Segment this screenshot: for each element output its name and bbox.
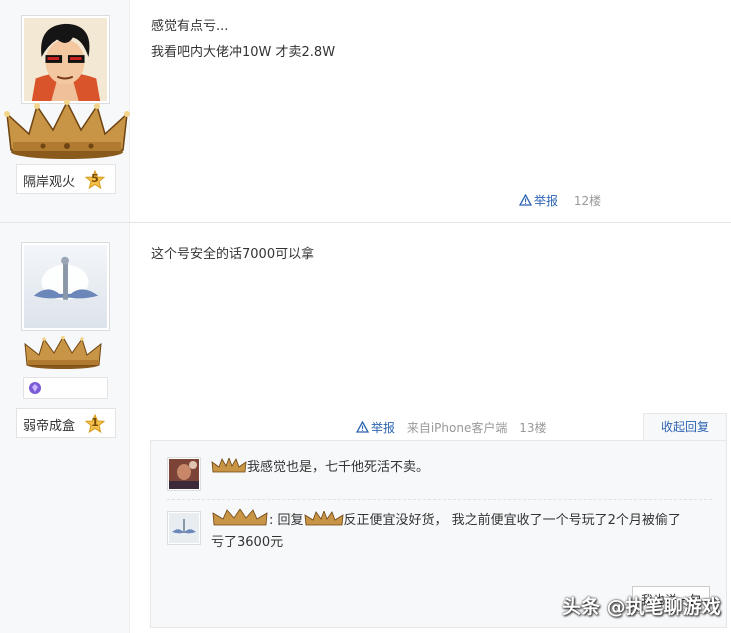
reply-avatar[interactable] — [167, 511, 201, 545]
username-link[interactable]: 隔岸观火 — [23, 171, 75, 190]
warning-icon — [519, 194, 532, 206]
crown-icon — [304, 511, 343, 526]
reply-avatar[interactable] — [167, 457, 201, 491]
report-link[interactable]: 举报 — [356, 421, 399, 435]
post-meta: 举报 来自iPhone客户端 13楼 — [356, 419, 546, 436]
reply-content: 我感觉也是，七千他死活不卖。 — [247, 460, 430, 475]
level-number: 1 — [91, 416, 99, 429]
post-content: 感觉有点亏... 我看吧内大佬冲10W 才卖2.8W — [151, 16, 335, 64]
reply-content: 反正便宜没好货， 我之前便宜收了一个号玩了2个月被偷了 — [343, 513, 681, 528]
watermark-text: 头条 @执笔聊游戏 — [562, 596, 721, 618]
avatar[interactable] — [21, 242, 110, 331]
reply-item: : 回复 反正便宜没好货， 我之前便宜收了一个号玩了2个月被偷了 亏了3600元 — [167, 509, 712, 557]
collapse-replies-button[interactable]: 收起回复 — [643, 413, 727, 441]
post-meta: 举报 12楼 — [519, 192, 601, 209]
floor-number: 13楼 — [519, 421, 547, 435]
reply-avatar-image — [169, 513, 199, 543]
post-line: 感觉有点亏... — [151, 19, 229, 34]
avatar[interactable] — [21, 15, 110, 104]
warning-icon — [356, 421, 369, 433]
post-line: 这个号安全的话7000可以拿 — [151, 247, 315, 262]
reply-content-continued: 亏了3600元 — [211, 535, 284, 550]
level-star-icon: 1 — [85, 414, 105, 434]
username-card: 弱帝成盒 1 — [16, 408, 116, 438]
reply-text-row: 我感觉也是，七千他死活不卖。 — [211, 457, 711, 479]
reply-avatar-image — [169, 459, 199, 489]
report-label: 举报 — [371, 421, 396, 435]
report-link[interactable]: 举报 — [519, 194, 562, 208]
crown-icon — [24, 336, 102, 369]
reply-prefix: : 回复 — [269, 513, 304, 528]
crown-icon — [211, 458, 247, 473]
level-number: 5 — [91, 172, 99, 185]
post-floor-12: 隔岸观火 5 感觉有点亏... 我看吧内大佬冲10W 才卖2.8W 举报 12楼 — [0, 0, 731, 223]
post-content: 这个号安全的话7000可以拿 — [151, 244, 314, 266]
crown-icon — [212, 509, 268, 526]
avatar-photo-image — [24, 245, 107, 328]
username-link[interactable]: 弱帝成盒 — [23, 415, 75, 434]
username-card: 隔岸观火 5 — [16, 164, 116, 194]
gem-badge-icon — [29, 382, 41, 394]
reply-divider — [167, 499, 712, 500]
member-badge — [23, 377, 108, 399]
post-line: 我看吧内大佬冲10W 才卖2.8W — [151, 45, 336, 60]
report-label: 举报 — [534, 194, 559, 208]
reply-text-row: : 回复 反正便宜没好货， 我之前便宜收了一个号玩了2个月被偷了 亏了3600元 — [211, 509, 711, 554]
reply-item: 我感觉也是，七千他死活不卖。 — [167, 457, 712, 493]
avatar-cartoon-image — [24, 18, 107, 101]
level-star-icon: 5 — [85, 170, 105, 190]
floor-number: 12楼 — [573, 194, 602, 208]
crown-icon — [4, 100, 130, 159]
client-source-link[interactable]: 来自iPhone客户端 — [407, 421, 508, 435]
